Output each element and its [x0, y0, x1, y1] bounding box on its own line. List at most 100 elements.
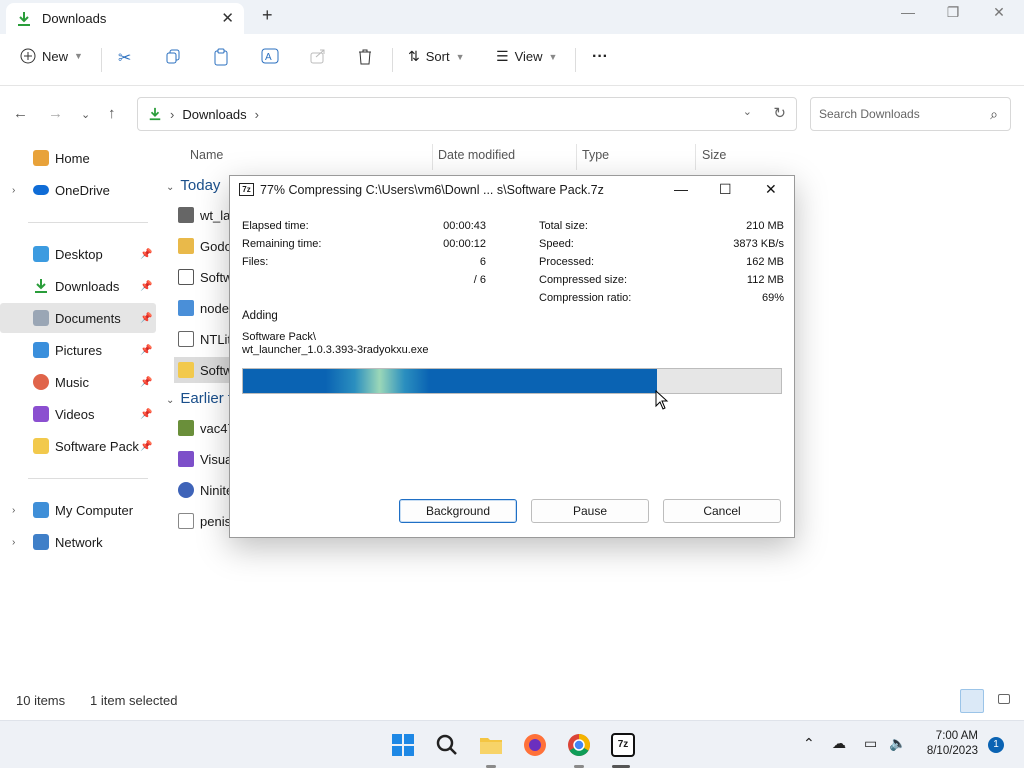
group-header-today[interactable]: ⌄ Today	[166, 177, 220, 194]
tab-downloads[interactable]: Downloads ✕	[6, 3, 244, 34]
breadcrumb-chevron-icon: ›	[170, 106, 175, 122]
7zip-taskbar-icon[interactable]: 7z	[611, 733, 635, 757]
restore-button[interactable]: ❐	[938, 4, 968, 21]
column-header-type[interactable]: Type	[582, 148, 609, 162]
sidebar-item-music[interactable]: Music 📌	[0, 367, 156, 397]
close-window-button[interactable]: ✕	[984, 4, 1014, 21]
processed-value: 162 MB	[746, 256, 784, 268]
scissors-icon: ✂	[118, 50, 132, 67]
group-header-earlier[interactable]: ⌄ Earlier t	[166, 390, 232, 407]
ninite-icon	[178, 482, 194, 498]
sidebar-item-label: Network	[55, 534, 103, 550]
network-icon	[33, 534, 49, 550]
sidebar-item-software-pack[interactable]: Software Pack 📌	[0, 431, 156, 461]
refresh-icon[interactable]: ↻	[773, 104, 786, 122]
search-input[interactable]: Search Downloads ⌕	[810, 97, 1011, 131]
sort-button[interactable]: ⇅ Sort ▼	[408, 48, 465, 65]
cloud-icon	[33, 185, 49, 195]
progress-bar-fill	[243, 369, 658, 393]
expand-chevron-icon[interactable]: ›	[12, 185, 15, 196]
sidebar-item-downloads[interactable]: Downloads 📌	[0, 271, 156, 301]
cancel-button[interactable]: Cancel	[663, 499, 781, 523]
close-tab-icon[interactable]: ✕	[221, 9, 234, 27]
pin-icon[interactable]: 📌	[140, 441, 152, 452]
pin-icon[interactable]: 📌	[140, 345, 152, 356]
onedrive-offline-icon[interactable]: ☁	[832, 735, 846, 752]
sidebar-item-documents[interactable]: Documents 📌	[0, 303, 156, 333]
dialog-minimize-button[interactable]: —	[674, 181, 688, 197]
dialog-maximize-button[interactable]: ☐	[719, 181, 732, 198]
up-arrow-icon[interactable]: ↑	[108, 105, 116, 122]
firefox-icon[interactable]	[523, 733, 547, 757]
compression-progress-dialog: 7z 77% Compressing C:\Users\vm6\Downl ..…	[229, 175, 795, 538]
file-explorer-icon[interactable]	[479, 733, 503, 757]
minimize-button[interactable]: —	[893, 4, 923, 20]
recent-chevron-icon[interactable]: ⌄	[81, 108, 90, 121]
address-dropdown-icon[interactable]: ⌄	[743, 105, 752, 118]
documents-icon	[33, 310, 49, 326]
expand-chevron-icon[interactable]: ›	[12, 537, 15, 548]
sidebar-item-label: OneDrive	[55, 182, 110, 198]
rename-button[interactable]: A	[261, 48, 279, 64]
toolbar-divider	[101, 48, 102, 72]
sidebar-item-desktop[interactable]: Desktop 📌	[0, 239, 156, 269]
tiles-view-button[interactable]	[998, 694, 1010, 704]
column-header-date[interactable]: Date modified	[438, 148, 515, 162]
pause-button[interactable]: Pause	[531, 499, 649, 523]
copy-icon	[166, 49, 180, 64]
address-bar[interactable]: › Downloads › ⌄ ↻	[137, 97, 797, 131]
breadcrumb-downloads[interactable]: Downloads	[182, 107, 246, 122]
back-arrow-icon[interactable]: ←	[13, 105, 28, 122]
new-button[interactable]: New ▼	[20, 48, 83, 64]
pin-icon[interactable]: 📌	[140, 377, 152, 388]
new-tab-button[interactable]: +	[262, 5, 273, 26]
sidebar-item-pictures[interactable]: Pictures 📌	[0, 335, 156, 365]
svg-text:A: A	[265, 52, 272, 63]
clock[interactable]: 7:00 AM 8/10/2023	[918, 729, 978, 759]
cut-button[interactable]: ✂	[118, 48, 131, 68]
notification-badge[interactable]: 1	[988, 737, 1004, 753]
windows-start-icon[interactable]	[391, 733, 415, 757]
clock-date: 8/10/2023	[926, 745, 978, 757]
search-placeholder: Search Downloads	[819, 107, 920, 121]
sidebar-item-onedrive[interactable]: › OneDrive	[0, 175, 156, 205]
view-label: View	[514, 49, 543, 64]
view-button[interactable]: ☰ View ▼	[496, 48, 557, 65]
delete-button[interactable]	[357, 48, 373, 65]
forward-arrow-icon[interactable]: →	[48, 105, 63, 122]
sidebar-item-videos[interactable]: Videos 📌	[0, 399, 156, 429]
network-icon[interactable]: ▭	[864, 735, 877, 752]
expand-chevron-icon[interactable]: ›	[12, 505, 15, 516]
dialog-close-button[interactable]: ✕	[765, 181, 777, 198]
more-options-button[interactable]: ···	[592, 48, 608, 66]
column-header-name[interactable]: Name	[190, 148, 223, 162]
pin-icon[interactable]: 📌	[140, 409, 152, 420]
paste-button[interactable]	[213, 48, 229, 66]
compression-ratio-value: 69%	[761, 292, 784, 304]
speed-label: Speed:	[539, 238, 574, 250]
chrome-icon[interactable]	[567, 733, 591, 757]
visual-studio-icon	[178, 451, 194, 467]
details-view-button[interactable]	[960, 689, 984, 713]
column-header-size[interactable]: Size	[702, 148, 726, 162]
speed-value: 3873 KB/s	[733, 238, 784, 250]
compressed-size-value: 112 MB	[746, 274, 784, 286]
copy-button[interactable]	[165, 48, 181, 64]
installer-icon	[178, 300, 194, 316]
new-label: New	[42, 48, 69, 64]
search-icon[interactable]	[435, 733, 459, 757]
tray-overflow-chevron-icon[interactable]: ⌃	[803, 735, 815, 752]
sidebar-item-home[interactable]: Home	[0, 143, 156, 173]
pin-icon[interactable]: 📌	[140, 313, 152, 324]
volume-icon[interactable]: 🔈	[889, 735, 906, 752]
navigation-pane: Home › OneDrive Desktop 📌 Downloads 📌 Do…	[0, 140, 158, 685]
pin-icon[interactable]: 📌	[140, 249, 152, 260]
sidebar-divider	[28, 478, 148, 479]
pin-icon[interactable]: 📌	[140, 281, 152, 292]
sidebar-item-my-computer[interactable]: › My Computer	[0, 495, 156, 525]
sidebar-item-network[interactable]: › Network	[0, 527, 156, 557]
pictures-icon	[33, 342, 49, 358]
current-path-line1: Software Pack\	[242, 331, 316, 343]
share-button[interactable]	[310, 48, 326, 64]
background-button[interactable]: Background	[399, 499, 517, 523]
